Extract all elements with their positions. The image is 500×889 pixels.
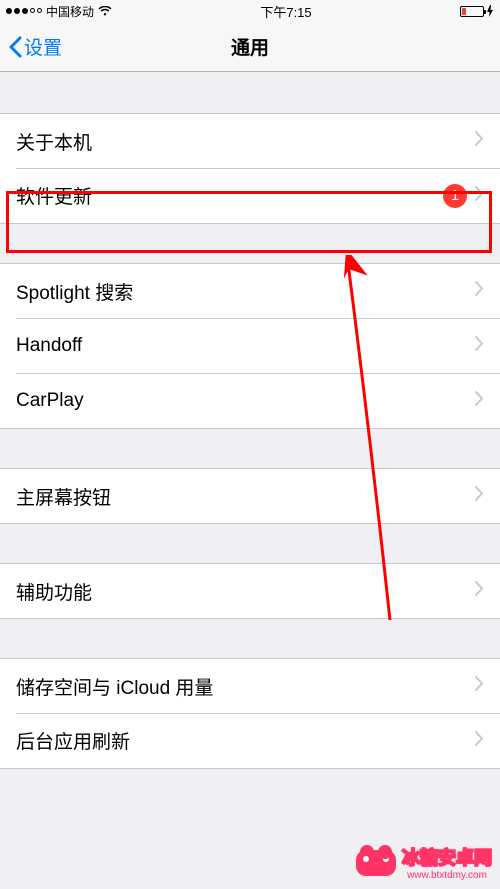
settings-cell[interactable]: Handoff (0, 318, 500, 374)
settings-cell[interactable]: 主屏幕按钮 (0, 468, 500, 524)
chevron-right-icon (475, 336, 484, 356)
chevron-right-icon (475, 581, 484, 601)
settings-group: 主屏幕按钮 (0, 468, 500, 524)
settings-group: Spotlight 搜索 Handoff CarPlay (0, 263, 500, 429)
watermark: 冰糖安卓网 www.btxtdmy.com (356, 844, 492, 881)
cell-label: 后台应用刷新 (16, 727, 475, 754)
settings-cell[interactable]: 软件更新1 (0, 168, 500, 224)
settings-group: 储存空间与 iCloud 用量后台应用刷新 (0, 658, 500, 769)
settings-group: 关于本机软件更新1 (0, 113, 500, 224)
chevron-right-icon (475, 281, 484, 301)
back-label: 设置 (24, 33, 62, 60)
status-right (460, 5, 494, 17)
settings-cell[interactable]: Spotlight 搜索 (0, 263, 500, 319)
watermark-url: www.btxtdmy.com (402, 870, 492, 881)
chevron-right-icon (475, 186, 484, 206)
settings-list: 关于本机软件更新1 Spotlight 搜索 Handoff CarPlay 主屏幕按钮… (0, 113, 500, 769)
chevron-right-icon (475, 676, 484, 696)
chevron-right-icon (475, 486, 484, 506)
chevron-left-icon (8, 36, 22, 58)
cell-label: 辅助功能 (16, 578, 475, 605)
cell-label: Spotlight 搜索 (16, 278, 475, 305)
page-title: 通用 (0, 33, 500, 60)
cell-label: 主屏幕按钮 (16, 483, 475, 510)
notification-badge: 1 (443, 184, 467, 208)
chevron-right-icon (475, 131, 484, 151)
back-button[interactable]: 设置 (0, 33, 62, 60)
watermark-logo-icon (356, 850, 396, 876)
settings-group: 辅助功能 (0, 563, 500, 619)
chevron-right-icon (475, 391, 484, 411)
cell-label: CarPlay (16, 390, 475, 412)
cell-label: 关于本机 (16, 128, 475, 155)
settings-cell[interactable]: 关于本机 (0, 113, 500, 169)
watermark-text: 冰糖安卓网 (402, 844, 492, 870)
status-time: 下午7:15 (260, 2, 311, 21)
settings-cell[interactable]: CarPlay (0, 373, 500, 429)
status-bar: 中国移动 下午7:15 (0, 0, 500, 22)
settings-cell[interactable]: 后台应用刷新 (0, 713, 500, 769)
carrier-label: 中国移动 (46, 3, 94, 20)
battery-icon (460, 6, 484, 17)
settings-cell[interactable]: 储存空间与 iCloud 用量 (0, 658, 500, 714)
status-left: 中国移动 (6, 3, 112, 20)
chevron-right-icon (475, 731, 484, 751)
cell-label: 储存空间与 iCloud 用量 (16, 673, 475, 700)
wifi-icon (98, 6, 112, 16)
settings-cell[interactable]: 辅助功能 (0, 563, 500, 619)
charging-icon (486, 5, 494, 17)
cell-label: Handoff (16, 335, 475, 357)
cell-label: 软件更新 (16, 182, 443, 209)
signal-strength-icon (6, 8, 42, 14)
nav-bar: 设置 通用 (0, 22, 500, 72)
